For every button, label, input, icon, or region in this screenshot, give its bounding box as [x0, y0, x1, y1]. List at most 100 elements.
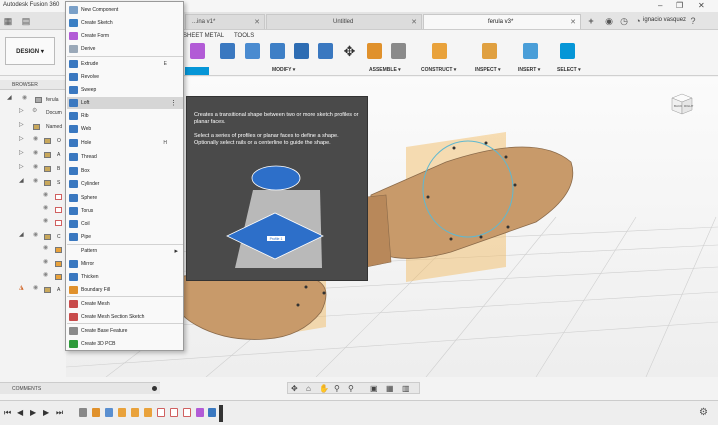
menu-item-pipe[interactable]: Pipe	[67, 231, 183, 243]
expand-arrow-icon[interactable]: ▷	[19, 107, 24, 114]
menu-item-create-mesh[interactable]: Create Mesh	[67, 298, 183, 310]
file-menu-icon[interactable]: ▤	[20, 15, 32, 27]
browser-item-document-settings[interactable]: ▷ ⚙ Docum	[0, 107, 66, 119]
gear-icon[interactable]: ⚙	[699, 407, 708, 418]
timeline-item[interactable]	[92, 408, 100, 417]
menu-item-create-mesh-section-sketch[interactable]: Create Mesh Section Sketch	[67, 311, 183, 323]
new-tab-icon[interactable]: +	[585, 15, 597, 27]
inspect-menu[interactable]: INSPECT ▾	[475, 67, 501, 73]
timeline-item[interactable]	[170, 408, 178, 417]
menu-item-web[interactable]: Web	[67, 123, 183, 135]
browser-plane-row[interactable]: ◉	[0, 244, 66, 256]
view-cube[interactable]: BACK RIGHT	[668, 90, 694, 116]
browser-sketch-row[interactable]: ◉	[0, 217, 66, 229]
new-component-icon[interactable]	[367, 43, 382, 59]
close-tab-icon[interactable]: ✕	[570, 18, 576, 26]
look-at-icon[interactable]: ⌂	[306, 384, 311, 393]
menu-item-cylinder[interactable]: Cylinder	[67, 178, 183, 190]
menu-item-create-3d-pcb[interactable]: Create 3D PCB	[67, 338, 183, 350]
orbit-icon[interactable]: ✥	[291, 384, 298, 393]
create-form-icon[interactable]	[190, 43, 205, 59]
expand-arrow-icon[interactable]: ▷	[19, 163, 24, 170]
collapse-arrow-icon[interactable]: ◢	[7, 94, 12, 101]
collapse-arrow-icon[interactable]: ◢	[19, 231, 24, 238]
tab-document-1[interactable]: ...ina v1* ✕	[185, 14, 265, 29]
timeline-item[interactable]	[157, 408, 165, 417]
joint-icon[interactable]	[391, 43, 406, 59]
data-panel-icon[interactable]: ▦	[2, 15, 14, 27]
browser-plane-row[interactable]: ◉	[0, 271, 66, 283]
combine-icon[interactable]	[318, 43, 333, 59]
expand-arrow-icon[interactable]: ▷	[19, 121, 24, 128]
timeline-item[interactable]	[105, 408, 113, 417]
visibility-eye-icon[interactable]: ◉	[43, 244, 48, 251]
menu-item-thicken[interactable]: Thicken	[67, 271, 183, 283]
visibility-eye-icon[interactable]: ◉	[33, 231, 38, 238]
insert-image-icon[interactable]	[523, 43, 538, 59]
menu-item-create-sketch[interactable]: Create Sketch	[67, 17, 183, 29]
visibility-eye-icon[interactable]: ◉	[33, 177, 38, 184]
viewports-icon[interactable]: ▥	[402, 384, 410, 393]
menu-item-box[interactable]: Box	[67, 165, 183, 177]
grid-settings-icon[interactable]: ▦	[386, 384, 394, 393]
visibility-eye-icon[interactable]: ◉	[43, 191, 48, 198]
pan-icon[interactable]: ✋	[319, 384, 329, 393]
collapse-arrow-icon[interactable]: ◢	[19, 177, 24, 184]
menu-item-sphere[interactable]: Sphere	[67, 192, 183, 204]
zoom-icon[interactable]: ⚲	[334, 384, 340, 393]
press-pull-icon[interactable]	[220, 43, 235, 59]
browser-item-construction[interactable]: ◢ ◉ C	[0, 231, 66, 243]
browser-plane-row[interactable]: ◉	[0, 258, 66, 270]
ribbon-tab-sheet-metal[interactable]: SHEET METAL	[183, 33, 224, 39]
menu-item-loft[interactable]: Loft ⋮	[67, 97, 183, 109]
browser-item-bodies[interactable]: ▷ ◉ B	[0, 163, 66, 175]
insert-menu[interactable]: INSERT ▾	[518, 67, 540, 73]
menu-item-mirror[interactable]: Mirror	[67, 258, 183, 270]
extensions-icon[interactable]: ◉	[603, 15, 615, 27]
menu-item-sweep[interactable]: Sweep	[67, 84, 183, 96]
menu-item-derive[interactable]: Derive	[67, 43, 183, 55]
close-tab-icon[interactable]: ✕	[411, 18, 417, 26]
menu-item-hole[interactable]: Hole H	[67, 137, 183, 149]
add-comment-icon[interactable]	[152, 386, 157, 391]
browser-panel-header[interactable]: BROWSER	[0, 80, 66, 90]
fit-icon[interactable]: ⚲	[348, 384, 354, 393]
tab-ferula[interactable]: ferula v3* ✕	[423, 14, 581, 29]
timeline-item[interactable]	[144, 408, 152, 417]
ribbon-tab-tools[interactable]: TOOLS	[234, 33, 254, 39]
visibility-eye-icon[interactable]: ◉	[33, 135, 38, 142]
maximize-button[interactable]: ❐	[676, 1, 683, 10]
menu-item-extrude[interactable]: Extrude E	[67, 58, 183, 70]
menu-item-rib[interactable]: Rib	[67, 110, 183, 122]
close-window-button[interactable]: ✕	[698, 1, 705, 10]
timeline-item[interactable]	[196, 408, 204, 417]
chamfer-icon[interactable]	[270, 43, 285, 59]
menu-item-torus[interactable]: Torus	[67, 205, 183, 217]
assemble-menu[interactable]: ASSEMBLE ▾	[369, 67, 401, 73]
visibility-eye-icon[interactable]: ◉	[22, 94, 27, 101]
close-tab-icon[interactable]: ✕	[254, 18, 260, 26]
timeline-item[interactable]	[118, 408, 126, 417]
menu-item-revolve[interactable]: Revolve	[67, 71, 183, 83]
browser-item-origin[interactable]: ▷ ◉ O	[0, 135, 66, 147]
forearm-body[interactable]	[365, 146, 574, 259]
menu-item-pattern[interactable]: Pattern ▸	[67, 245, 183, 257]
menu-item-new-component[interactable]: New Component	[67, 4, 183, 16]
browser-sketch-row[interactable]: ◉	[0, 191, 66, 203]
menu-item-create-form[interactable]: Create Form	[67, 30, 183, 42]
expand-arrow-icon[interactable]: ◮	[19, 284, 24, 291]
offset-plane-icon[interactable]	[432, 43, 447, 59]
display-settings-icon[interactable]: ▣	[370, 384, 378, 393]
browser-item-analysis[interactable]: ▷ ◉ A	[0, 149, 66, 161]
menu-item-create-base-feature[interactable]: Create Base Feature	[67, 325, 183, 337]
browser-sketch-row[interactable]: ◉	[0, 204, 66, 216]
fillet-icon[interactable]	[245, 43, 260, 59]
modify-menu[interactable]: MODIFY ▾	[272, 67, 295, 73]
job-status-icon[interactable]: ◷	[618, 15, 630, 27]
play-icon[interactable]: ▶	[30, 408, 36, 417]
visibility-eye-icon[interactable]: ◉	[33, 163, 38, 170]
browser-item-attached[interactable]: ◮ ◉ A	[0, 284, 66, 296]
browser-item-sketches[interactable]: ◢ ◉ S	[0, 177, 66, 189]
more-options-icon[interactable]: ⋮	[170, 99, 177, 107]
visibility-eye-icon[interactable]: ◉	[43, 217, 48, 224]
